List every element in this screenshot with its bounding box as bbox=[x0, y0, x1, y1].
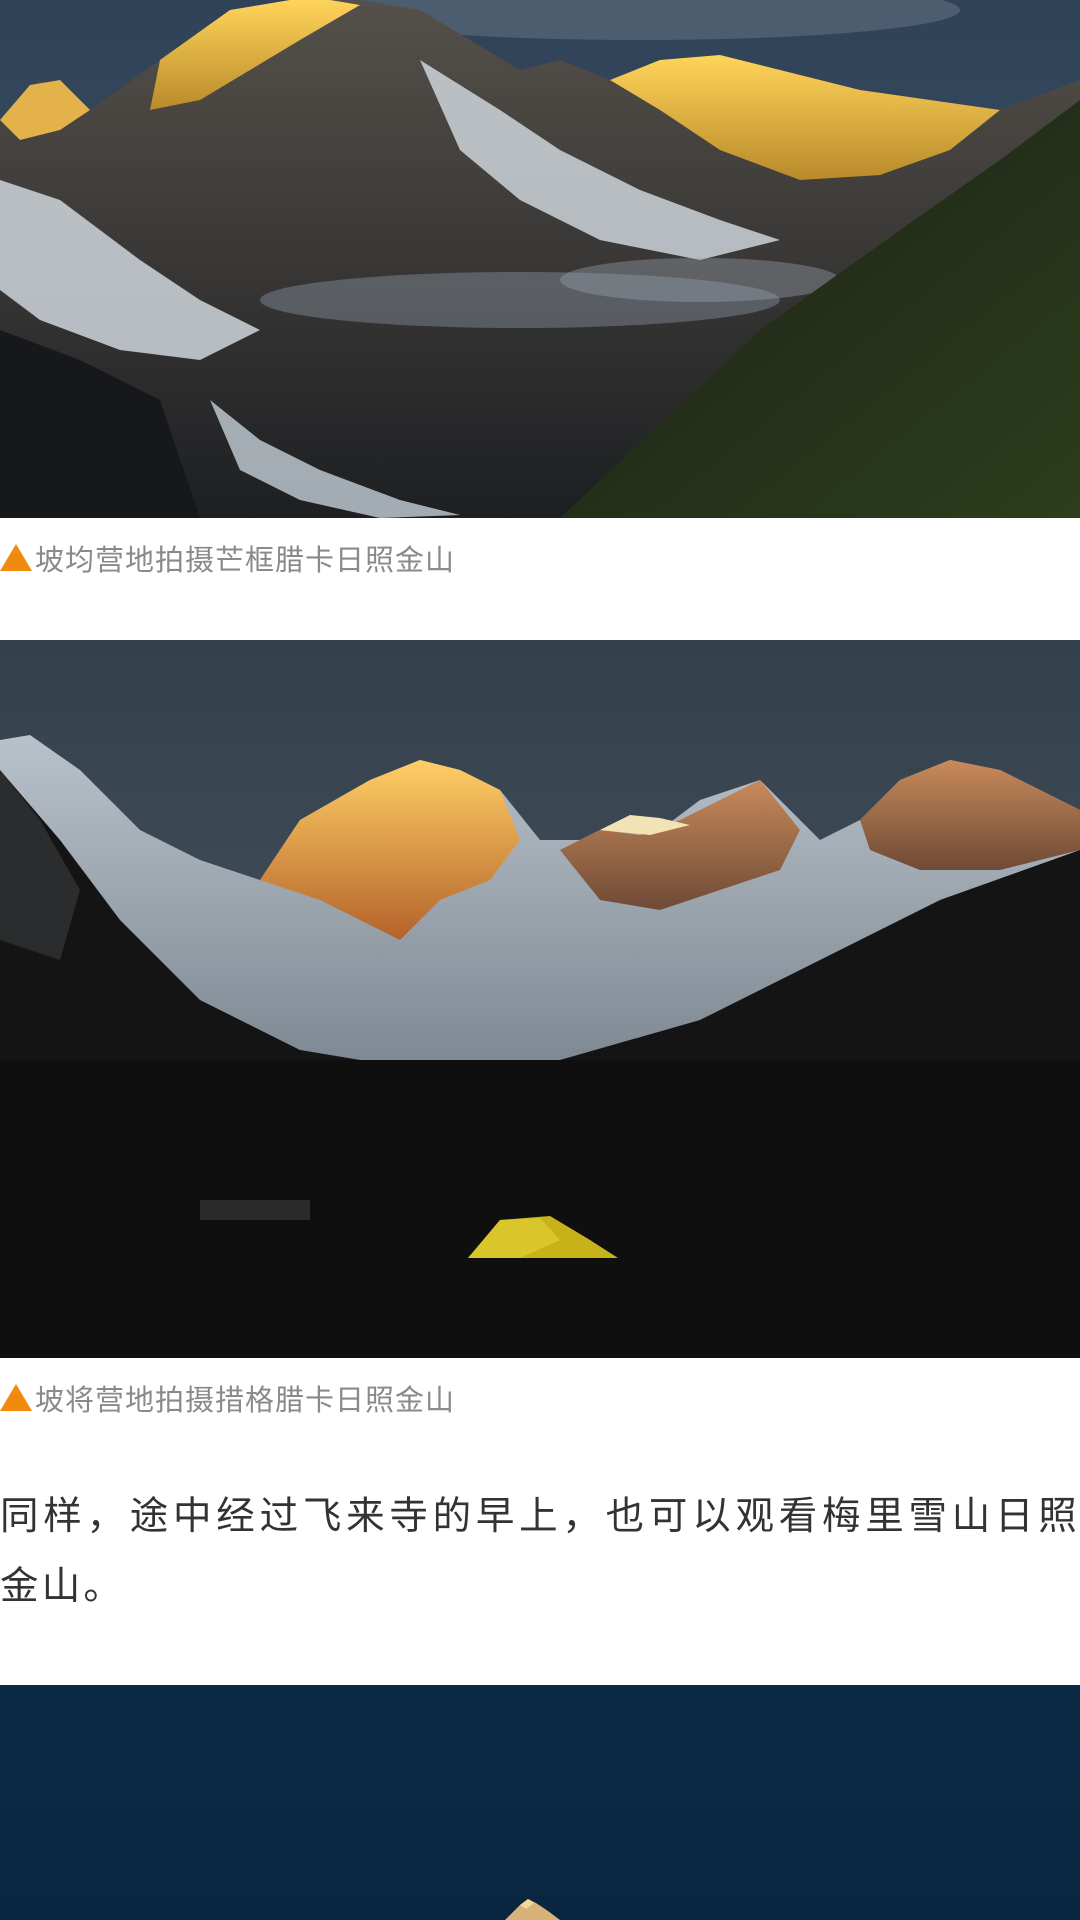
mountain-photo-3-image bbox=[0, 1685, 1080, 1920]
photo-caption-2: 坡将营地拍摄措格腊卡日照金山 bbox=[0, 1378, 1080, 1418]
mountain-photo-1[interactable] bbox=[0, 0, 1080, 518]
mountain-photo-2[interactable] bbox=[0, 640, 1080, 1358]
mountain-photo-1-image bbox=[0, 0, 1080, 518]
orange-triangle-icon bbox=[0, 543, 32, 571]
mountain-photo-2-image bbox=[0, 640, 1080, 1358]
article-page: 坡均营地拍摄芒框腊卡日照金山 坡将营地拍摄措格腊卡日照金山 同样，途中经过飞来寺… bbox=[0, 0, 1080, 1920]
mountain-photo-3[interactable] bbox=[0, 1685, 1080, 1920]
orange-triangle-icon bbox=[0, 1383, 32, 1411]
photo-caption-1: 坡均营地拍摄芒框腊卡日照金山 bbox=[0, 538, 1080, 578]
article-paragraph: 同样，途中经过飞来寺的早上，也可以观看梅里雪山日照金山。 bbox=[0, 1494, 1080, 1609]
photo-caption-1-text: 坡均营地拍摄芒框腊卡日照金山 bbox=[35, 543, 456, 577]
photo-caption-2-text: 坡将营地拍摄措格腊卡日照金山 bbox=[35, 1383, 456, 1417]
